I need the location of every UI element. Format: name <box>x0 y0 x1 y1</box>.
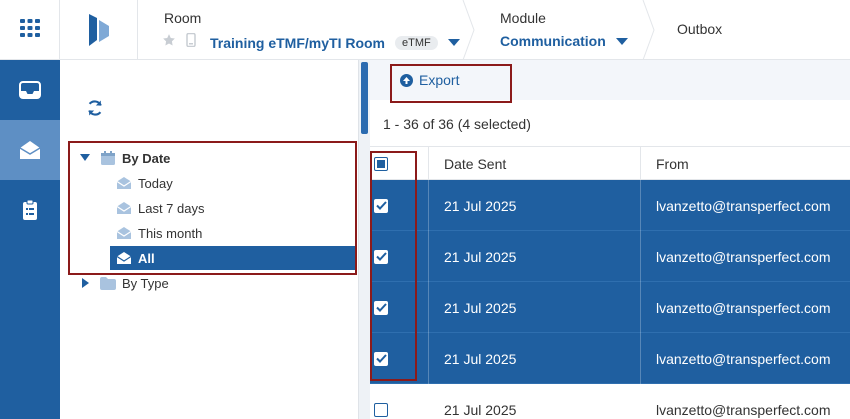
open-envelope-icon <box>116 200 132 216</box>
tree-node-this-month[interactable]: This month <box>116 221 356 245</box>
table-row[interactable]: 21 Jul 2025 lvanzetto@transperfect.com <box>370 282 850 333</box>
cell-from: lvanzetto@transperfect.com <box>656 248 831 265</box>
folder-icon <box>100 275 116 291</box>
open-envelope-icon <box>116 225 132 241</box>
cell-date-sent: 21 Jul 2025 <box>444 197 517 214</box>
app-grid-button[interactable] <box>0 0 60 60</box>
clipboard-icon <box>23 199 37 220</box>
export-button[interactable]: Export <box>400 72 459 88</box>
tree-node-label: All <box>138 250 155 266</box>
checkbox-empty-icon <box>374 402 388 417</box>
left-rail <box>0 60 60 419</box>
upload-icon <box>400 73 413 87</box>
grid-icon <box>19 18 40 42</box>
breadcrumb-separator <box>462 0 475 60</box>
tree-node-by-date[interactable]: By Date <box>80 146 170 170</box>
tree-node-label: By Date <box>122 150 171 166</box>
caret-down-icon[interactable] <box>80 154 90 162</box>
row-checkbox[interactable] <box>374 333 388 384</box>
calendar-icon <box>100 150 116 166</box>
breadcrumb-module[interactable]: Module Communication <box>500 0 650 60</box>
cell-date-sent: 21 Jul 2025 <box>444 299 517 316</box>
inbox-icon <box>19 81 41 99</box>
row-checkbox[interactable] <box>374 282 388 333</box>
refresh-button[interactable] <box>85 98 105 118</box>
checkmark-icon <box>374 351 388 366</box>
select-all-checkbox[interactable] <box>374 147 394 181</box>
scrollbar-thumb[interactable] <box>361 62 368 134</box>
cell-date-sent: 21 Jul 2025 <box>444 248 517 265</box>
app-logo[interactable] <box>60 0 138 60</box>
breadcrumb-separator <box>642 0 655 60</box>
open-envelope-icon <box>116 175 132 191</box>
breadcrumb-room[interactable]: Room Training eTMF/myTI Room eTMF <box>162 0 464 60</box>
folder-tree-panel: By Date Today Last 7 days This month All <box>60 60 358 419</box>
checkmark-icon <box>374 300 388 315</box>
column-header-date-sent[interactable]: Date Sent <box>444 147 506 181</box>
module-title: Module <box>500 10 546 26</box>
star-icon[interactable] <box>162 33 176 52</box>
tree-node-label: Last 7 days <box>138 200 205 216</box>
table-header: Date Sent From <box>370 146 850 181</box>
room-title: Room <box>164 10 202 26</box>
logo-icon <box>88 14 109 46</box>
tree-node-today[interactable]: Today <box>116 171 356 195</box>
caret-right-icon[interactable] <box>80 278 90 288</box>
checkmark-icon <box>374 249 388 264</box>
open-envelope-icon <box>19 141 41 159</box>
phone-icon <box>186 32 196 52</box>
top-bar: Room Training eTMF/myTI Room eTMF Module… <box>0 0 850 60</box>
message-list-panel: Export 1 - 36 of 36 (4 selected) Date Se… <box>370 60 850 419</box>
table-row[interactable]: 21 Jul 2025 lvanzetto@transperfect.com <box>370 231 850 282</box>
cell-date-sent: 21 Jul 2025 <box>444 350 517 367</box>
cell-from: lvanzetto@transperfect.com <box>656 299 831 316</box>
rail-outbox-button[interactable] <box>0 120 60 180</box>
checkbox-partial-icon <box>374 157 388 171</box>
rail-inbox-button[interactable] <box>0 60 60 120</box>
row-checkbox[interactable] <box>374 384 388 419</box>
cell-from: lvanzetto@transperfect.com <box>656 401 831 418</box>
open-envelope-icon <box>116 250 132 266</box>
refresh-icon <box>88 100 102 116</box>
selection-count: 1 - 36 of 36 (4 selected) <box>383 116 531 132</box>
list-toolbar: Export <box>370 60 850 100</box>
chevron-down-icon[interactable] <box>615 37 628 45</box>
tree-node-last-7-days[interactable]: Last 7 days <box>116 196 356 220</box>
row-checkbox[interactable] <box>374 231 388 282</box>
cell-from: lvanzetto@transperfect.com <box>656 197 831 214</box>
cell-from: lvanzetto@transperfect.com <box>656 350 831 367</box>
tree-node-by-type[interactable]: By Type <box>80 271 169 295</box>
tree-node-label: This month <box>138 225 203 241</box>
tree-node-label: Today <box>138 175 173 191</box>
table-row[interactable]: 21 Jul 2025 lvanzetto@transperfect.com <box>370 384 850 419</box>
room-name[interactable]: Training eTMF/myTI Room <box>210 35 385 51</box>
panel-splitter[interactable] <box>358 60 370 419</box>
cell-date-sent: 21 Jul 2025 <box>444 401 517 418</box>
module-name[interactable]: Communication <box>500 33 606 49</box>
checkmark-icon <box>374 198 388 213</box>
column-header-from[interactable]: From <box>656 147 689 181</box>
tree-node-label: By Type <box>122 275 169 291</box>
current-page-title: Outbox <box>677 21 723 37</box>
table-row[interactable]: 21 Jul 2025 lvanzetto@transperfect.com <box>370 180 850 231</box>
room-type-badge: eTMF <box>395 35 438 50</box>
rail-tasks-button[interactable] <box>0 180 60 240</box>
export-label: Export <box>419 72 460 88</box>
chevron-down-icon[interactable] <box>447 39 460 46</box>
table-row[interactable]: 21 Jul 2025 lvanzetto@transperfect.com <box>370 333 850 384</box>
tree-node-all[interactable]: All <box>110 246 356 270</box>
row-checkbox[interactable] <box>374 180 388 231</box>
